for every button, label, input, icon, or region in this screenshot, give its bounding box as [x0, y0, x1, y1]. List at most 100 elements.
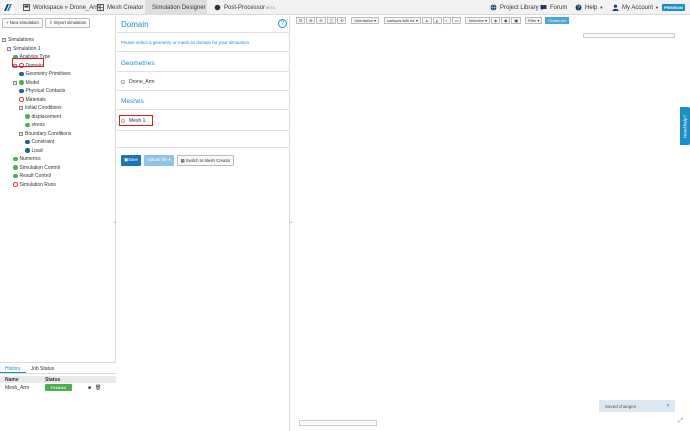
tree-item-physical-contacts[interactable]: Physical Contacts [19, 87, 65, 95]
tree-item-constraint[interactable]: Constraint [25, 138, 54, 146]
help-label: Help [585, 4, 598, 11]
tab-label: Mesh Creator [107, 4, 144, 11]
tab-mesh-creator[interactable]: Mesh Creator [93, 0, 147, 15]
workspace-tab[interactable]: Workspace » Drone_Arm [19, 0, 104, 15]
3d-viewer[interactable]: ⊡ ⊕ ⊖ ▢ ⟲ Orientation ▾ surfaces with ed… [294, 16, 690, 431]
stop-icon[interactable]: ■ [88, 385, 91, 391]
divider [117, 90, 290, 91]
viewer-status-field[interactable] [299, 420, 377, 426]
divider [117, 71, 290, 72]
delete-icon[interactable]: 🗑 [95, 385, 101, 391]
divider [117, 147, 290, 148]
zoom-in-icon[interactable]: ⊕ [306, 17, 316, 24]
tree-item-simulation-control[interactable]: Simulation Control [13, 164, 60, 172]
tab-history[interactable]: History [0, 363, 26, 373]
status-badge: Finished [45, 383, 73, 391]
show-all-icon[interactable]: ▣ [511, 17, 521, 24]
orientation-dropdown[interactable]: Orientation ▾ [351, 17, 379, 24]
reset-view-icon[interactable]: ⟲ [337, 17, 347, 24]
save-button[interactable]: ▣Save [121, 155, 141, 166]
caret-down-icon: ▼ [655, 5, 659, 10]
tree-item-label: Load [31, 147, 43, 154]
new-simulation-button[interactable]: + New simulation [2, 18, 43, 28]
globe-icon [490, 4, 497, 11]
tree-item-stress[interactable]: stress [25, 121, 45, 129]
geometry-option[interactable]: Drone_Arm [121, 79, 155, 85]
zoom-out-icon[interactable]: ⊖ [316, 17, 326, 24]
tree-item-simulation-1[interactable]: − Simulation 1 [7, 45, 41, 53]
close-icon[interactable]: ✕ [666, 403, 670, 409]
tree-item-label: Numerics [19, 156, 41, 162]
collapse-toggle-icon[interactable]: − [19, 131, 23, 136]
hide-icon[interactable]: ◈ [491, 17, 500, 24]
radio-icon[interactable] [121, 80, 125, 84]
project-library-link[interactable]: Project Library [486, 0, 543, 15]
help-menu[interactable]: ? Help ▼ [571, 0, 607, 15]
opacity-slider-icon[interactable]: ▭ [451, 17, 462, 24]
create-set-label: Create set [548, 18, 566, 23]
tab-post-processor[interactable]: Post-Processor BETA [210, 0, 279, 15]
tree-item-model[interactable]: − Model [13, 79, 39, 87]
caret-down-icon: ▾ [167, 156, 171, 162]
collapse-toggle-icon[interactable]: − [7, 46, 11, 51]
eye-icon[interactable]: ◉ [500, 17, 511, 24]
tree-item-simulations[interactable]: − Simulations [2, 36, 34, 44]
tree-item-label: Boundary Conditions [25, 130, 72, 137]
forum-link[interactable]: Forum [536, 0, 571, 15]
import-simulation-label: Import simulation [53, 20, 87, 25]
dot-icon [214, 4, 221, 11]
orientation-label: Orientation [354, 18, 373, 23]
create-set-button[interactable]: Create set [545, 17, 569, 24]
left-splitter-handle[interactable]: ◂ [114, 220, 117, 224]
tree-item-label: Constraint [31, 139, 55, 145]
tree-item-simulation-runs[interactable]: Simulation Runs [13, 181, 56, 189]
tree-item-geometry-primitives[interactable]: Geometry Primitives [19, 70, 71, 78]
forum-label: Forum [550, 4, 568, 11]
need-help-tab[interactable]: Need help? [680, 107, 690, 145]
section-cut-icon[interactable]: ◭ [432, 17, 442, 24]
collapse-toggle-icon[interactable]: − [13, 80, 17, 85]
simscale-logo-icon[interactable] [3, 2, 14, 13]
status-missing-icon [13, 182, 18, 187]
upload-file-button[interactable]: Upload file ▾ [143, 155, 174, 166]
selection-dropdown[interactable]: Selection ▾ [465, 17, 491, 24]
switch-to-mesh-creator-button[interactable]: ▦ Switch to Mesh Creator [176, 155, 235, 166]
tree-item-numerics[interactable]: Numerics [13, 155, 41, 163]
tab-label: Post-Processor [224, 4, 266, 11]
collapse-toggle-icon[interactable]: − [2, 38, 6, 42]
center-splitter-handle[interactable]: ◂ [290, 220, 293, 224]
status-optional-icon [19, 88, 24, 94]
tree-item-label: Simulations [8, 37, 34, 43]
need-help-label: Need help? [682, 114, 688, 138]
tab-job-status[interactable]: Job Status [26, 363, 60, 373]
tree-item-displacement[interactable]: displacement [25, 113, 61, 121]
render-mode-select[interactable]: surfaces with ed ▾ [383, 17, 421, 24]
expand-icon[interactable]: ⤢ [678, 418, 683, 425]
table-row[interactable]: Mesh_Arm Finished ■ 🗑 [0, 383, 116, 392]
tree-item-label: Simulation Runs [19, 181, 56, 188]
history-panel: History Job Status Name Status Mesh_Arm … [0, 362, 116, 431]
zoom-box-icon[interactable]: ▢ [326, 17, 337, 24]
my-account-menu[interactable]: My Account ▼ PREMIUM [608, 0, 689, 15]
transparency-icon[interactable]: ◐ [442, 17, 451, 24]
collapse-toggle-icon[interactable]: − [19, 106, 23, 110]
tree-item-materials[interactable]: Materials [19, 96, 46, 104]
viewer-search-field[interactable] [583, 33, 675, 38]
tree-item-initial-conditions[interactable]: − Initial Conditions [19, 104, 62, 112]
workspace-icon [23, 4, 30, 11]
history-row-name: Mesh_Arm [5, 384, 30, 391]
tree-item-boundary-conditions[interactable]: − Boundary Conditions [19, 130, 71, 138]
tree-item-result-control[interactable]: Result Control [13, 172, 51, 180]
warning-icon[interactable]: ▲ [421, 17, 432, 24]
help-icon[interactable]: ? [278, 19, 287, 28]
filter-dropdown[interactable]: Filter ▾ [524, 17, 543, 24]
meshes-heading: Meshes [121, 98, 144, 105]
domain-actions: ▣Save Upload file ▾ ▦ Switch to Mesh Cre… [121, 155, 235, 166]
zoom-fit-icon[interactable]: ⊡ [296, 17, 306, 24]
tree-item-label: Model [25, 79, 40, 86]
tree-item-load[interactable]: Load [25, 147, 43, 155]
import-simulation-button[interactable]: ⇪ Import simulation [44, 18, 91, 28]
tab-simulation-designer[interactable]: Simulation Designer [145, 0, 207, 15]
tree-item-label: Materials [25, 96, 46, 103]
status-ok-icon [13, 156, 18, 162]
